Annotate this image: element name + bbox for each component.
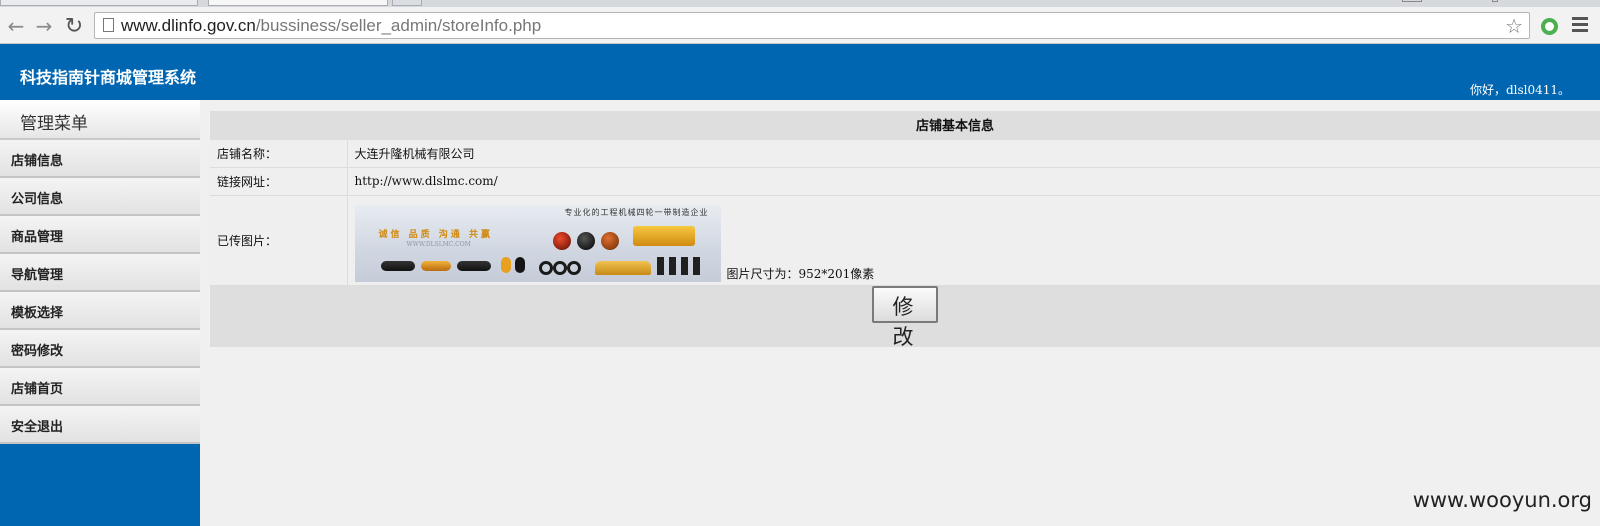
store-name-label: 店铺名称：	[210, 138, 348, 167]
banner-part-icon	[600, 231, 619, 250]
banner-tagline: 专业化的工程机械四轮一带制造企业	[564, 207, 709, 217]
forward-arrow-icon[interactable]: →	[32, 14, 56, 38]
site-header: 科技指南针商城管理系统 你好，dlsl0411。	[0, 44, 1600, 100]
sidebar-heading: 管理菜单	[0, 100, 200, 140]
window-control[interactable]	[1492, 0, 1498, 2]
banner-part-icon	[552, 231, 571, 250]
sidebar-item-store-info[interactable]: 店铺信息	[0, 140, 200, 178]
page-icon	[103, 18, 114, 32]
sidebar-item-password[interactable]: 密码修改	[0, 330, 200, 368]
browser-toolbar: ← → ↻ www.dlinfo.gov.cn/bussiness/seller…	[0, 7, 1600, 44]
store-info-table: 店铺基本信息 店铺名称： 大连升隆机械有限公司 链接网址： http://www…	[210, 111, 1600, 349]
minimize-button[interactable]	[1402, 0, 1422, 2]
banner-part-icon	[456, 260, 491, 271]
sidebar-item-navigation[interactable]: 导航管理	[0, 254, 200, 292]
table-row: 已传图片： 专业化的工程机械四轮一带制造企业 诚信 品质 沟通 共赢 WWW.D…	[210, 194, 1600, 285]
table-row: 链接网址： http://www.dlslmc.com/	[210, 166, 1600, 195]
bookmark-star-icon[interactable]: ☆	[1505, 14, 1523, 38]
uploaded-image-cell: 专业化的工程机械四轮一带制造企业 诚信 品质 沟通 共赢 WWW.DLSLMC.…	[347, 194, 1600, 285]
banner-part-icon	[566, 260, 581, 275]
store-banner-image: 专业化的工程机械四轮一带制造企业 诚信 品质 沟通 共赢 WWW.DLSLMC.…	[354, 204, 721, 282]
user-greeting: 你好，dlsl0411。	[1469, 83, 1570, 97]
store-url-value: http://www.dlslmc.com/	[347, 166, 1600, 195]
table-title: 店铺基本信息	[210, 111, 1600, 139]
banner-part-icon	[538, 260, 553, 275]
sidebar-item-products[interactable]: 商品管理	[0, 216, 200, 254]
browser-tab[interactable]	[0, 0, 198, 6]
address-url[interactable]: www.dlinfo.gov.cn/bussiness/seller_admin…	[121, 16, 541, 36]
back-arrow-icon[interactable]: ←	[4, 14, 28, 38]
browser-tabstrip	[0, 0, 1600, 7]
banner-part-icon	[380, 260, 415, 271]
store-url-label: 链接网址：	[210, 166, 348, 195]
table-row: 店铺名称： 大连升隆机械有限公司	[210, 138, 1600, 167]
browser-tab-active[interactable]	[208, 0, 388, 6]
edit-button[interactable]: 修 改	[872, 285, 938, 349]
sidebar: 管理菜单 店铺信息 公司信息 商品管理 导航管理 模板选择 密码修改 店铺首页 …	[0, 100, 200, 526]
site-title: 科技指南针商城管理系统	[20, 68, 197, 87]
image-size-note: 图片尺寸为：952*201像素	[726, 266, 875, 281]
banner-part-icon	[420, 260, 451, 271]
banner-part-icon	[576, 231, 595, 250]
action-cell: 修 改	[210, 284, 1600, 349]
action-row: 修 改	[210, 284, 1600, 349]
sidebar-item-company-info[interactable]: 公司信息	[0, 178, 200, 216]
reload-icon[interactable]: ↻	[62, 14, 86, 39]
address-bar[interactable]: www.dlinfo.gov.cn/bussiness/seller_admin…	[94, 12, 1530, 39]
new-tab-button[interactable]	[392, 0, 422, 6]
url-path: /bussiness/seller_admin/storeInfo.php	[255, 16, 542, 35]
store-name-value: 大连升隆机械有限公司	[347, 138, 1600, 167]
banner-part-icon	[692, 256, 700, 275]
banner-part-icon	[514, 256, 525, 273]
browser-menu-icon[interactable]	[1572, 17, 1588, 33]
banner-site: WWW.DLSLMC.COM	[406, 240, 471, 248]
watermark: www.wooyun.org	[1412, 488, 1592, 512]
banner-part-icon	[656, 256, 664, 275]
url-host: www.dlinfo.gov.cn	[121, 16, 256, 35]
sidebar-item-store-home[interactable]: 店铺首页	[0, 368, 200, 406]
uploaded-image-label: 已传图片：	[210, 194, 348, 285]
banner-slogan: 诚信 品质 沟通 共赢	[378, 229, 493, 240]
banner-part-icon	[552, 260, 567, 275]
banner-part-icon	[500, 256, 511, 273]
banner-part-icon	[680, 256, 688, 275]
banner-part-icon	[668, 256, 676, 275]
banner-part-icon	[632, 225, 695, 246]
sidebar-item-templates[interactable]: 模板选择	[0, 292, 200, 330]
main-content: 店铺基本信息 店铺名称： 大连升隆机械有限公司 链接网址： http://www…	[200, 100, 1600, 526]
extension-icon[interactable]	[1541, 18, 1558, 35]
sidebar-item-logout[interactable]: 安全退出	[0, 406, 200, 444]
banner-part-icon	[594, 260, 651, 275]
